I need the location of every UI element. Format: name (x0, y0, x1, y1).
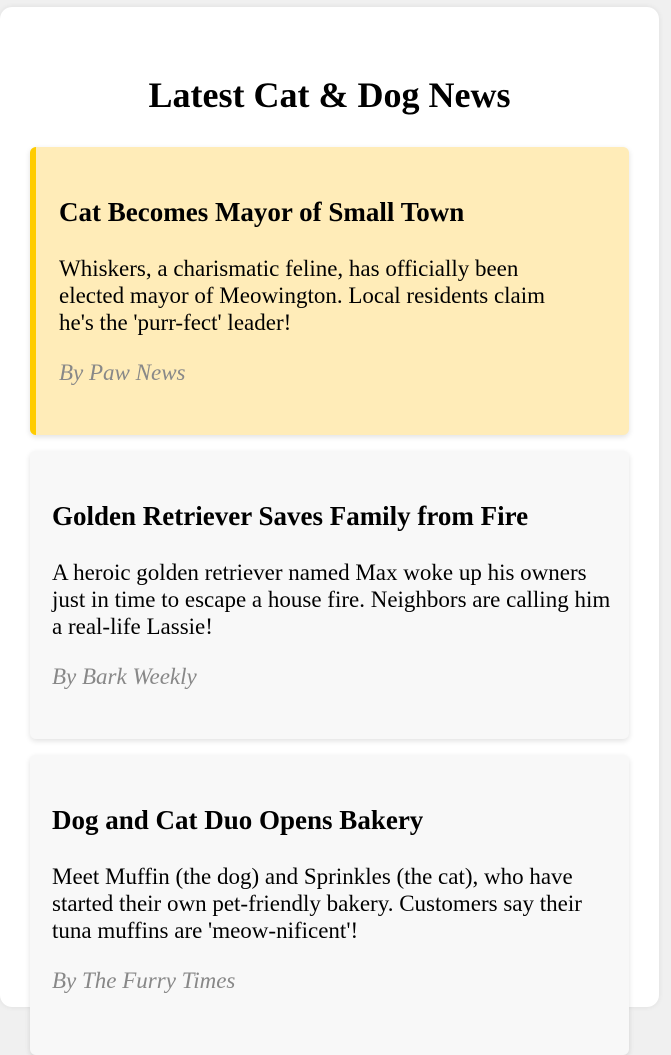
news-card: Golden Retriever Saves Family from Fire … (30, 451, 629, 739)
news-panel: Latest Cat & Dog News Cat Becomes Mayor … (0, 7, 659, 1055)
article-title: Golden Retriever Saves Family from Fire (52, 501, 529, 531)
article-byline: By Bark Weekly (52, 664, 197, 689)
news-card: Dog and Cat Duo Opens Bakery Meet Muffin… (30, 755, 629, 1055)
article-body: Whiskers, a charismatic feline, has offi… (59, 256, 546, 335)
article-body: Meet Muffin (the dog) and Sprinkles (the… (52, 864, 582, 943)
article-body: A heroic golden retriever named Max woke… (52, 560, 611, 639)
article-byline: By Paw News (59, 360, 186, 385)
page-title: Latest Cat & Dog News (148, 75, 511, 115)
news-card-featured: Cat Becomes Mayor of Small Town Whiskers… (30, 147, 629, 435)
article-byline: By The Furry Times (52, 968, 236, 993)
article-title: Cat Becomes Mayor of Small Town (59, 197, 465, 227)
article-title: Dog and Cat Duo Opens Bakery (52, 805, 424, 835)
